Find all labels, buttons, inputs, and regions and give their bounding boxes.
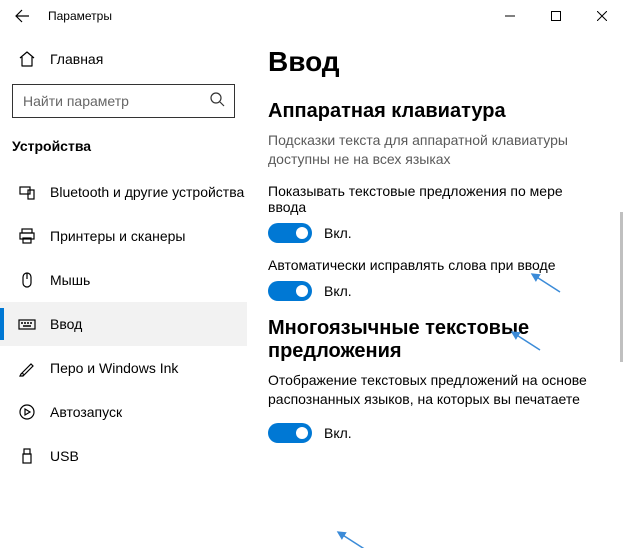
section-title: Устройства	[0, 132, 247, 160]
section-heading-multilang: Многоязычные текстовые предложения	[268, 317, 601, 363]
minimize-button[interactable]	[487, 0, 533, 32]
toggle-multilang[interactable]: Вкл.	[268, 423, 601, 443]
close-icon	[597, 11, 607, 21]
sidebar-item-label: USB	[50, 448, 79, 464]
window-title: Параметры	[44, 9, 487, 23]
main-content: Ввод Аппаратная клавиатура Подсказки тек…	[248, 32, 625, 548]
annotation-arrow-icon	[508, 328, 542, 352]
toggle-switch-icon	[268, 423, 312, 443]
toggle-switch-icon	[268, 281, 312, 301]
section-heading-hardware: Аппаратная клавиатура	[268, 100, 601, 123]
window-body: Главная Устройства Bluetooth и другие ус…	[0, 32, 625, 548]
page-title: Ввод	[268, 46, 601, 78]
sidebar-item-typing[interactable]: Ввод	[0, 302, 247, 346]
sidebar-item-label: Перо и Windows Ink	[50, 360, 178, 376]
sidebar-item-printers[interactable]: Принтеры и сканеры	[0, 214, 247, 258]
toggle-state-label: Вкл.	[324, 425, 352, 441]
minimize-icon	[505, 11, 515, 21]
printer-icon	[18, 227, 36, 245]
section-description-multilang: Отображение текстовых предложений на осн…	[268, 371, 601, 409]
sidebar-item-bluetooth[interactable]: Bluetooth и другие устройства	[0, 170, 247, 214]
home-button[interactable]: Главная	[0, 44, 247, 74]
search-container	[12, 84, 235, 118]
section-description: Подсказки текста для аппаратной клавиату…	[268, 131, 601, 169]
title-bar: Параметры	[0, 0, 625, 32]
sidebar-item-label: Принтеры и сканеры	[50, 228, 185, 244]
toggle-suggestions[interactable]: Вкл.	[268, 223, 601, 243]
home-icon	[18, 50, 36, 68]
sidebar-item-autoplay[interactable]: Автозапуск	[0, 390, 247, 434]
sidebar: Главная Устройства Bluetooth и другие ус…	[0, 32, 248, 548]
sidebar-item-label: Bluetooth и другие устройства	[50, 184, 244, 200]
settings-window: Параметры Главная	[0, 0, 625, 548]
sidebar-item-label: Мышь	[50, 272, 90, 288]
close-button[interactable]	[579, 0, 625, 32]
autoplay-icon	[18, 403, 36, 421]
search-input[interactable]	[12, 84, 235, 118]
sidebar-item-label: Ввод	[50, 316, 82, 332]
home-label: Главная	[50, 51, 103, 67]
sidebar-item-label: Автозапуск	[50, 404, 122, 420]
devices-icon	[18, 183, 36, 201]
back-button[interactable]	[0, 8, 44, 24]
usb-icon	[18, 447, 36, 465]
sidebar-item-usb[interactable]: USB	[0, 434, 247, 478]
scrollbar[interactable]	[620, 212, 623, 362]
sidebar-item-pen[interactable]: Перо и Windows Ink	[0, 346, 247, 390]
setting-label-suggestions: Показывать текстовые предложения по мере…	[268, 183, 601, 215]
toggle-state-label: Вкл.	[324, 225, 352, 241]
search-icon	[209, 91, 227, 109]
maximize-icon	[551, 11, 561, 21]
toggle-switch-icon	[268, 223, 312, 243]
pen-icon	[18, 359, 36, 377]
arrow-left-icon	[14, 8, 30, 24]
sidebar-item-mouse[interactable]: Мышь	[0, 258, 247, 302]
keyboard-icon	[18, 315, 36, 333]
maximize-button[interactable]	[533, 0, 579, 32]
window-controls	[487, 0, 625, 32]
mouse-icon	[18, 271, 36, 289]
annotation-arrow-icon	[334, 528, 368, 548]
annotation-arrow-icon	[528, 270, 562, 294]
toggle-state-label: Вкл.	[324, 283, 352, 299]
